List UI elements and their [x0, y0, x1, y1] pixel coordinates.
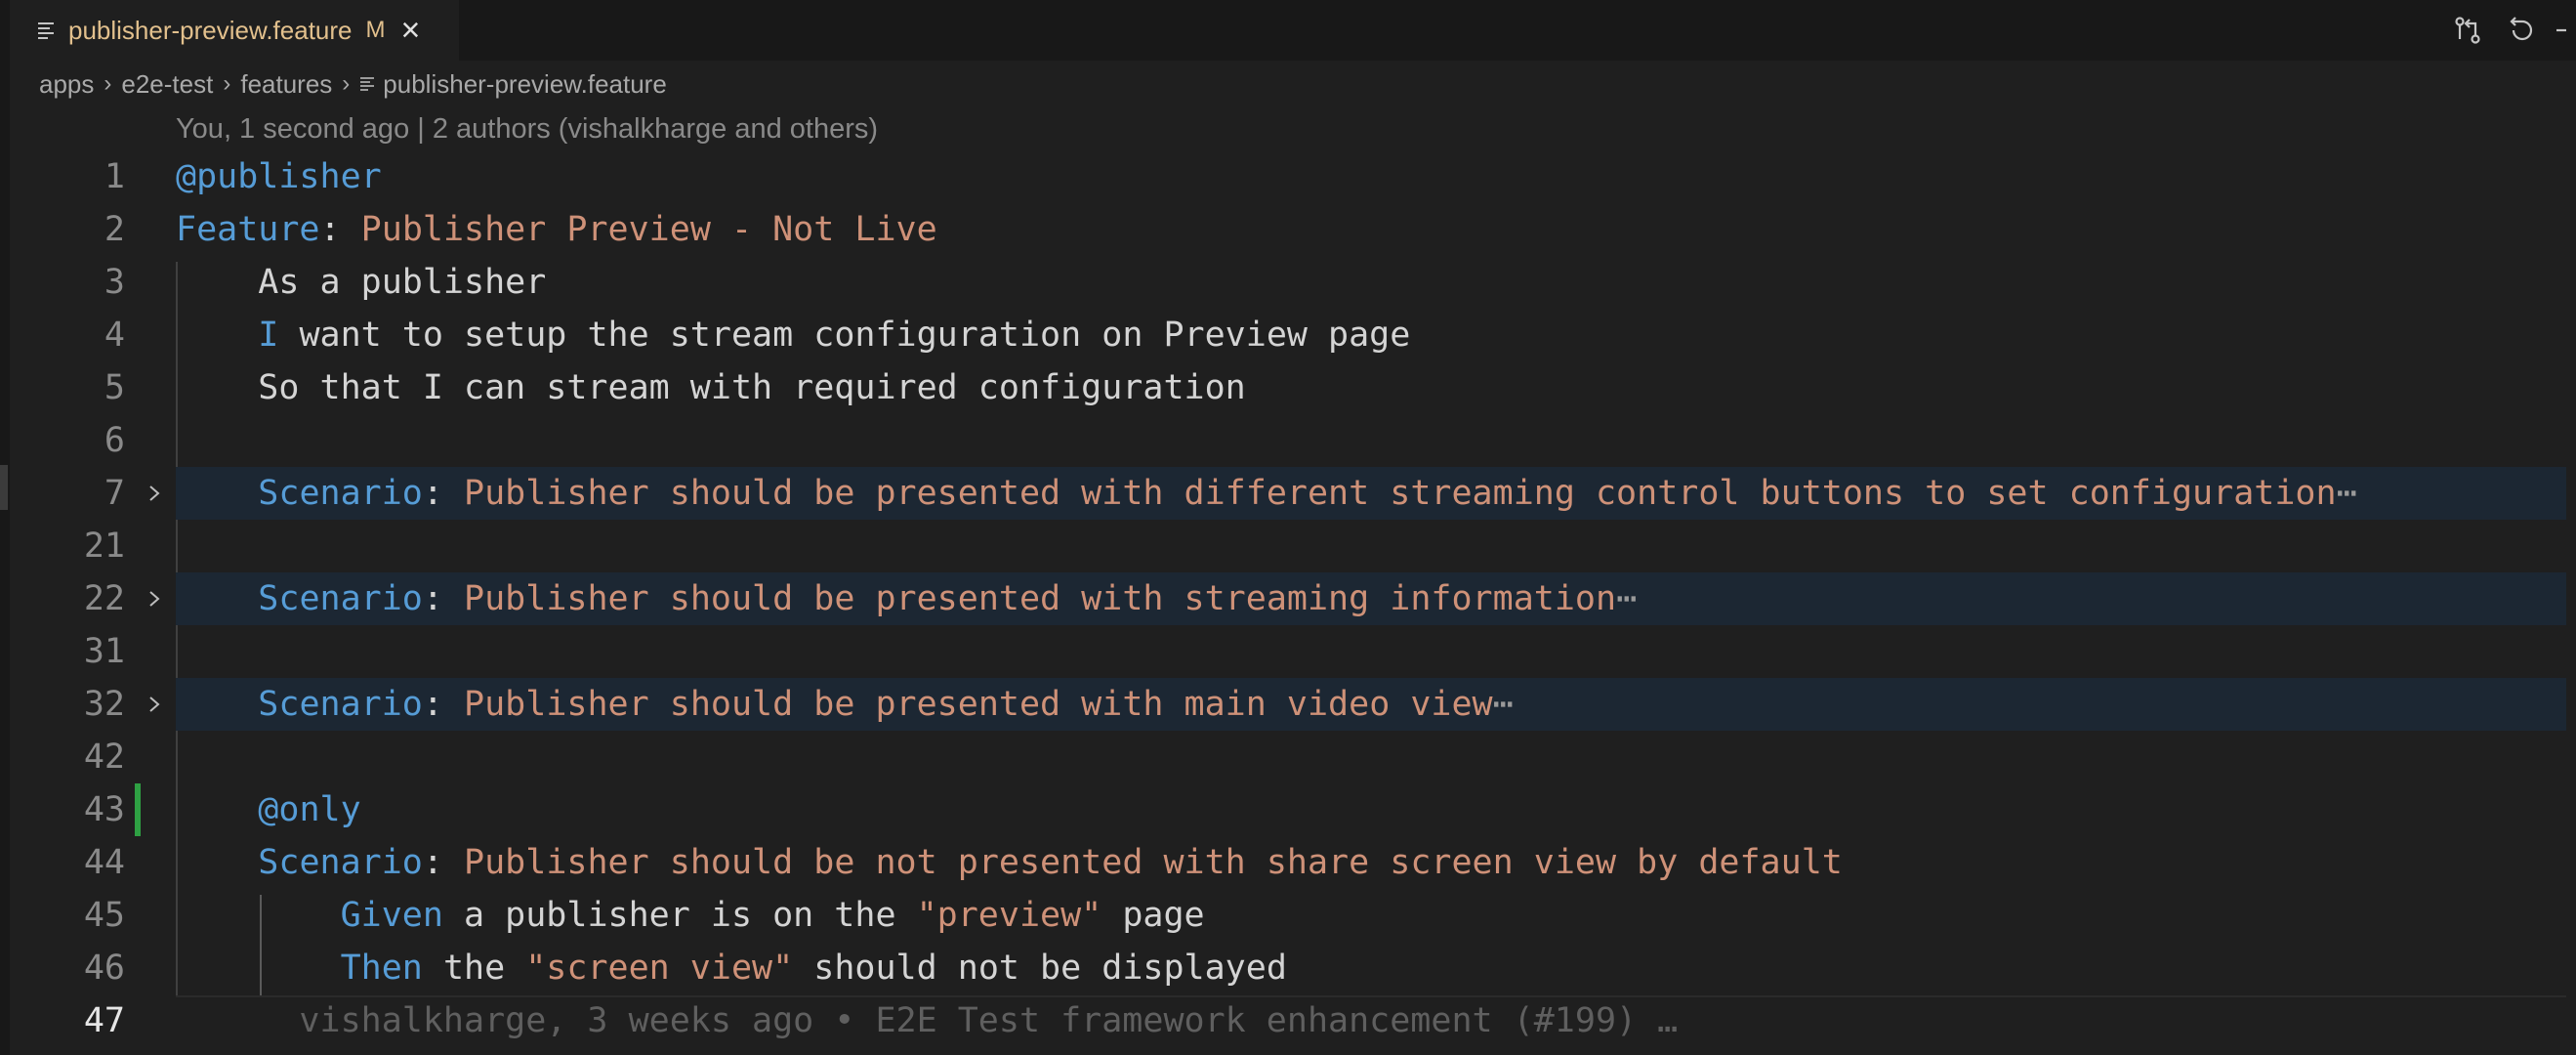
code-line[interactable]: 4 I want to setup the stream configurati…	[0, 309, 2566, 361]
code-token: Scenario	[258, 685, 423, 724]
code-token: "preview"	[916, 896, 1102, 935]
line-number: 22	[83, 579, 125, 618]
code-token: page	[1101, 896, 1205, 935]
code-text: I want to setup the stream configuration…	[176, 309, 1410, 361]
code-token: :	[422, 474, 465, 513]
line-number: 4	[104, 316, 125, 355]
code-text: @only	[176, 783, 361, 836]
code-line[interactable]: 31	[0, 625, 2566, 678]
line-number: 43	[83, 790, 125, 829]
code-token: should not be displayed	[793, 949, 1287, 988]
chevron-right-icon[interactable]	[143, 572, 166, 625]
code-text: Scenario: Publisher should be presented …	[176, 467, 2357, 520]
code-line[interactable]: 6	[0, 414, 2566, 467]
code-line[interactable]: 45 Given a publisher is on the "preview"…	[0, 889, 2566, 942]
line-number: 45	[83, 896, 125, 935]
code-line[interactable]: 5 So that I can stream with required con…	[0, 361, 2566, 414]
code-text: So that I can stream with required confi…	[176, 361, 1246, 414]
folded-code-line[interactable]: 22 Scenario: Publisher should be present…	[84, 572, 2566, 625]
code-token: Publisher should be presented with diffe…	[464, 474, 2337, 513]
line-number: 46	[83, 949, 125, 988]
line-number: 6	[104, 421, 125, 460]
line-number: 44	[83, 843, 125, 882]
code-line[interactable]: 47 vishalkharge, 3 weeks ago • E2E Test …	[0, 994, 2566, 1047]
current-line-highlight	[176, 995, 2566, 997]
line-number: 32	[83, 685, 125, 724]
code-token: ⋯	[2336, 474, 2357, 513]
gutter-added-indicator[interactable]	[135, 783, 141, 836]
code-line[interactable]: 46 Then the "screen view" should not be …	[0, 942, 2566, 994]
code-token: want to setup the stream configuration o…	[278, 316, 1411, 355]
code-token: Publisher Preview - Not Live	[360, 210, 937, 249]
code-text: Scenario: Publisher should be presented …	[176, 678, 1514, 731]
chevron-right-icon[interactable]	[143, 678, 166, 731]
line-number: 21	[83, 527, 125, 566]
line-number: 42	[83, 738, 125, 777]
code-token: ⋯	[1616, 579, 1638, 618]
code-token: Scenario	[258, 579, 423, 618]
code-token: Given	[340, 896, 443, 935]
inline-blame[interactable]: vishalkharge, 3 weeks ago • E2E Test fra…	[176, 1001, 1678, 1040]
code-token: :	[422, 685, 465, 724]
code-token: Publisher should be presented with strea…	[464, 579, 1617, 618]
line-number: 1	[104, 157, 125, 196]
code-token: :	[422, 579, 465, 618]
code-token: Scenario	[258, 474, 423, 513]
code-line[interactable]: 21	[0, 520, 2566, 572]
code-line[interactable]: 3 As a publisher	[0, 256, 2566, 309]
code-editor[interactable]: 1 @publisher 2 Feature: Publisher Preview -…	[0, 0, 2576, 1055]
code-token: a publisher is on the	[442, 896, 917, 935]
line-number: 47	[83, 1001, 125, 1040]
code-token: Publisher should be presented with main …	[464, 685, 1493, 724]
code-token: So that I can stream with required confi…	[176, 368, 1246, 407]
code-text: Given a publisher is on the "preview" pa…	[176, 889, 1205, 942]
code-line[interactable]: 44 Scenario: Publisher should be not pre…	[0, 836, 2566, 889]
code-token: ⋯	[1492, 685, 1514, 724]
line-number: 2	[104, 210, 125, 249]
code-text: Scenario: Publisher should be not presen…	[176, 836, 1843, 889]
code-text: @publisher	[176, 150, 382, 203]
line-number: 5	[104, 368, 125, 407]
code-text: Feature: Publisher Preview - Not Live	[176, 203, 937, 256]
code-token: Publisher should be not presented with s…	[464, 843, 1843, 882]
code-token: As a publisher	[176, 263, 547, 302]
code-line[interactable]: 42	[0, 731, 2566, 783]
code-token: I	[258, 316, 279, 355]
line-number: 3	[104, 263, 125, 302]
code-line[interactable]: 43 @only	[0, 783, 2566, 836]
code-token: the	[422, 949, 526, 988]
code-token: "screen view"	[525, 949, 794, 988]
line-number: 31	[83, 632, 125, 671]
code-token: :	[422, 843, 465, 882]
chevron-right-icon[interactable]	[143, 467, 166, 520]
code-token: :	[319, 210, 361, 249]
code-token: Scenario	[258, 843, 423, 882]
code-text: Scenario: Publisher should be presented …	[176, 572, 1637, 625]
code-token: Then	[340, 949, 423, 988]
folded-code-line[interactable]: 32 Scenario: Publisher should be present…	[84, 678, 2566, 731]
folded-code-line[interactable]: 7 Scenario: Publisher should be presente…	[104, 467, 2566, 520]
code-token: Feature	[176, 210, 320, 249]
code-text: As a publisher	[176, 256, 546, 309]
code-text: vishalkharge, 3 weeks ago • E2E Test fra…	[176, 994, 1678, 1047]
code-line[interactable]: 2 Feature: Publisher Preview - Not Live	[0, 203, 2566, 256]
code-token: @only	[258, 790, 361, 829]
line-number: 7	[104, 474, 125, 513]
code-token: @publisher	[176, 157, 382, 196]
code-line[interactable]: 1 @publisher	[0, 150, 2566, 203]
code-text: Then the "screen view" should not be dis…	[176, 942, 1287, 994]
